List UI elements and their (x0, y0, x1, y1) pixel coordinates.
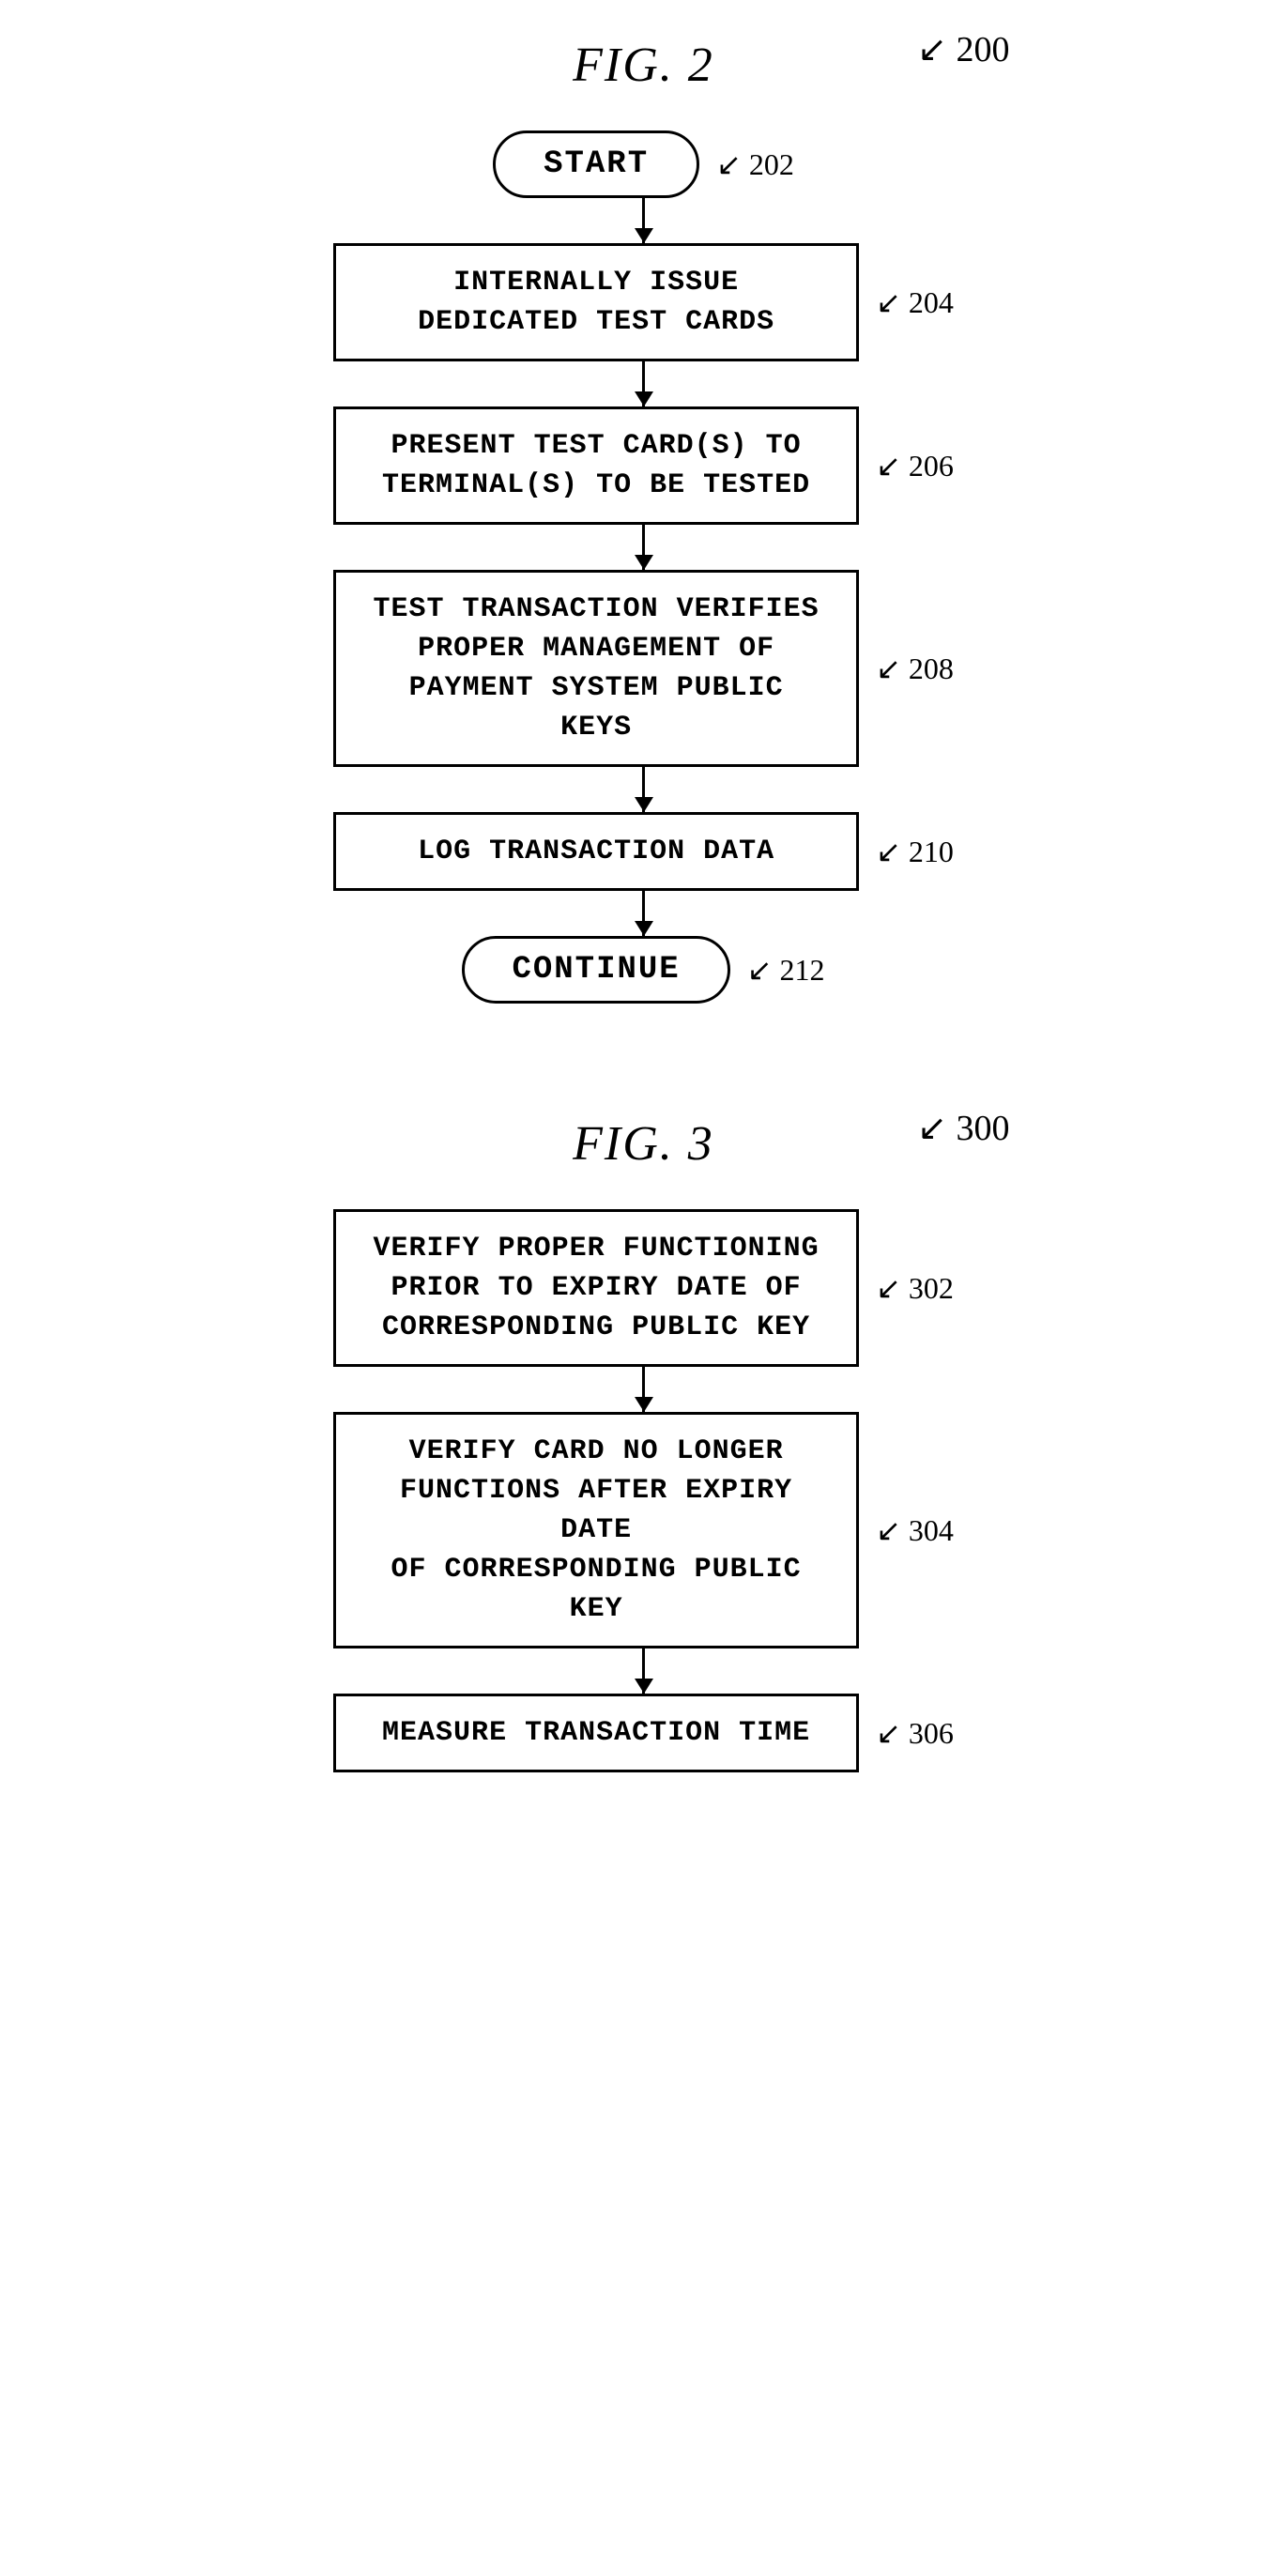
step206-wrapper: PRESENT TEST CARD(S) TOTERMINAL(S) TO BE… (333, 406, 954, 525)
fig3-title: FIG. 3 (573, 1116, 714, 1172)
step302-label: ↙ 302 (876, 1270, 954, 1306)
step306-node: MEASURE TRANSACTION TIME (333, 1694, 859, 1772)
step208-node: TEST TRANSACTION VERIFIESPROPER MANAGEME… (333, 570, 859, 767)
fig3-flow: VERIFY PROPER FUNCTIONINGPRIOR TO EXPIRY… (333, 1209, 954, 1772)
step204-label: ↙ 204 (876, 284, 954, 320)
fig2-flow: START ↙ 202 INTERNALLY ISSUEDEDICATED TE… (333, 130, 954, 1004)
continue-wrapper: CONTINUE ↙ 212 (462, 936, 824, 1004)
arrow-1 (381, 198, 907, 243)
continue-text: CONTINUE (512, 952, 680, 988)
step210-node: LOG TRANSACTION DATA (333, 812, 859, 891)
start-label: START (544, 146, 649, 182)
step304-label: ↙ 304 (876, 1512, 954, 1548)
step210-wrapper: LOG TRANSACTION DATA ↙ 210 (333, 812, 954, 891)
arrow-2 (381, 361, 907, 406)
step304-node: VERIFY CARD NO LONGERFUNCTIONS AFTER EXP… (333, 1412, 859, 1648)
step204-node: INTERNALLY ISSUEDEDICATED TEST CARDS (333, 243, 859, 361)
arrow-line-6 (642, 1367, 645, 1412)
arrow-line-3 (642, 525, 645, 570)
start-node-label: ↙ 202 (716, 146, 794, 182)
arrow-6 (381, 1367, 907, 1412)
step204-text: INTERNALLY ISSUEDEDICATED TEST CARDS (418, 267, 774, 338)
step210-label: ↙ 210 (876, 834, 954, 869)
arrow-4 (381, 767, 907, 812)
step302-node: VERIFY PROPER FUNCTIONINGPRIOR TO EXPIRY… (333, 1209, 859, 1367)
step208-text: TEST TRANSACTION VERIFIESPROPER MANAGEME… (374, 593, 820, 744)
step204-wrapper: INTERNALLY ISSUEDEDICATED TEST CARDS ↙ 2… (333, 243, 954, 361)
step206-node: PRESENT TEST CARD(S) TOTERMINAL(S) TO BE… (333, 406, 859, 525)
step306-wrapper: MEASURE TRANSACTION TIME ↙ 306 (333, 1694, 954, 1772)
step210-text: LOG TRANSACTION DATA (418, 836, 774, 867)
fig3-indicator-label: 300 (957, 1109, 1010, 1148)
page: ↙ 200 FIG. 2 START ↙ 202 INTERNALLY ISSU… (0, 0, 1287, 1810)
step302-text: VERIFY PROPER FUNCTIONINGPRIOR TO EXPIRY… (374, 1233, 820, 1343)
step208-label: ↙ 208 (876, 651, 954, 686)
arrow-line-1 (642, 198, 645, 243)
fig2-indicator-label: 200 (957, 30, 1010, 69)
arrow-line-4 (642, 767, 645, 812)
step306-text: MEASURE TRANSACTION TIME (382, 1717, 810, 1749)
start-node: START (493, 130, 699, 198)
start-node-wrapper: START ↙ 202 (493, 130, 794, 198)
fig2-title: FIG. 2 (573, 38, 714, 93)
arrow-line-7 (642, 1648, 645, 1694)
arrow-7 (381, 1648, 907, 1694)
fig3-section: ↙ 300 FIG. 3 VERIFY PROPER FUNCTIONINGPR… (222, 1116, 1066, 1772)
fig2-section: ↙ 200 FIG. 2 START ↙ 202 INTERNALLY ISSU… (222, 38, 1066, 1004)
step206-label: ↙ 206 (876, 448, 954, 483)
step208-wrapper: TEST TRANSACTION VERIFIESPROPER MANAGEME… (333, 570, 954, 767)
arrow-5 (381, 891, 907, 936)
fig3-indicator: ↙ 300 (917, 1107, 1009, 1149)
continue-node: CONTINUE (462, 936, 729, 1004)
step306-label: ↙ 306 (876, 1715, 954, 1751)
arrow-3 (381, 525, 907, 570)
fig2-indicator: ↙ 200 (917, 28, 1009, 70)
arrow-line-2 (642, 361, 645, 406)
continue-label: ↙ 212 (747, 952, 825, 988)
step206-text: PRESENT TEST CARD(S) TOTERMINAL(S) TO BE… (382, 430, 810, 501)
arrow-line-5 (642, 891, 645, 936)
step302-wrapper: VERIFY PROPER FUNCTIONINGPRIOR TO EXPIRY… (333, 1209, 954, 1367)
step304-wrapper: VERIFY CARD NO LONGERFUNCTIONS AFTER EXP… (333, 1412, 954, 1648)
step304-text: VERIFY CARD NO LONGERFUNCTIONS AFTER EXP… (391, 1435, 802, 1625)
